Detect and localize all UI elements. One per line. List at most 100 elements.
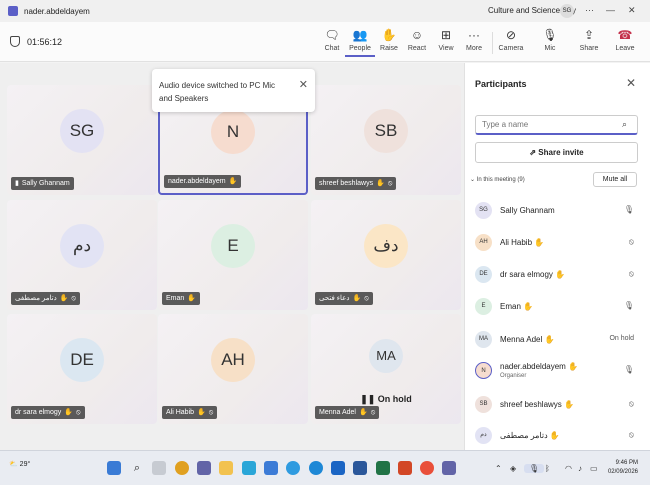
people-button[interactable]: 👥 People xyxy=(345,27,375,57)
share-invite-button[interactable]: ⇗ Share invite xyxy=(475,142,638,163)
hand-icon: ✋ xyxy=(352,295,362,302)
participant-name: Sally Ghannam xyxy=(500,206,555,215)
avatar: E xyxy=(211,224,255,269)
raise-hand-button[interactable]: ✋ Raise xyxy=(374,27,404,52)
video-tile[interactable]: SB shreef beshlawys ✋ ⦸ xyxy=(311,85,461,195)
hand-icon: ✋ xyxy=(568,362,579,371)
participant-row[interactable]: E Eman ✋ 🎙 xyxy=(475,289,638,321)
mic-off-icon: ⦸ xyxy=(628,269,634,278)
more-button[interactable]: ··· More xyxy=(459,27,489,52)
chevron-up-icon[interactable]: ⌃ xyxy=(495,464,502,473)
pause-icon: ❚❚ xyxy=(360,394,378,405)
signal-icon: ▮ xyxy=(15,180,19,187)
video-tile-on-hold[interactable]: MA ❚❚ On hold Menna Adel ✋ ⦸ xyxy=(311,314,461,424)
start-icon[interactable] xyxy=(107,461,121,475)
video-tile[interactable]: دف دعاء فتحى ✋ ⦸ xyxy=(311,200,461,310)
edge-icon[interactable] xyxy=(242,461,256,475)
participant-row[interactable]: AH Ali Habib ✋ ⦸ xyxy=(475,225,638,257)
video-tile[interactable]: AH Ali Habib ✋ ⦸ xyxy=(158,314,308,424)
avatar: E xyxy=(475,298,492,315)
tray-mic-icon[interactable]: 🎙 xyxy=(524,464,545,473)
smile-icon: ☺ xyxy=(410,28,424,42)
tile-name-label: ▮ Sally Ghannam xyxy=(11,177,74,190)
powerpoint-icon[interactable] xyxy=(398,461,412,475)
avatar: دم xyxy=(475,427,492,444)
weather-widget[interactable]: ⛅ 29° xyxy=(9,460,30,468)
video-tile[interactable]: دم دتامر مصطفى ✋ ⦸ xyxy=(7,200,157,310)
more-options-icon[interactable]: ··· xyxy=(585,5,594,15)
chat-button[interactable]: 🗨 Chat xyxy=(317,27,347,52)
participant-name: nader.abdeldayem ✋ xyxy=(500,362,579,371)
bluetooth-icon[interactable]: ᛒ xyxy=(545,464,550,473)
teams-meeting-icon[interactable] xyxy=(442,461,456,475)
participant-row[interactable]: DE dr sara elmogy ✋ ⦸ xyxy=(475,257,638,289)
view-button[interactable]: ⊞ View xyxy=(431,27,461,52)
mic-button[interactable]: 🎙 Mic xyxy=(535,27,565,52)
mic-off-icon: ⦸ xyxy=(76,409,81,416)
store-icon[interactable] xyxy=(264,461,278,475)
tile-name-label: dr sara elmogy ✋ ⦸ xyxy=(11,406,85,419)
share-button[interactable]: ⇪ Share xyxy=(574,27,604,52)
participant-search-input[interactable] xyxy=(475,115,638,135)
file-explorer-icon[interactable] xyxy=(219,461,233,475)
browser-icon[interactable] xyxy=(286,461,300,475)
audio-device-notification: Audio device switched to PC Mic and Spea… xyxy=(152,69,315,112)
participant-row[interactable]: دم دتامر مصطفى ✋ ⦸ xyxy=(475,418,638,450)
shield-icon xyxy=(10,36,20,47)
mic-off-icon: ⦸ xyxy=(208,409,214,416)
camera-button[interactable]: ⊘ Camera xyxy=(496,27,526,52)
teams-icon[interactable] xyxy=(197,461,211,475)
close-window-icon[interactable]: ✕ xyxy=(628,5,636,16)
tile-name-label: nader.abdeldayem ✋ xyxy=(164,175,242,188)
close-panel-icon[interactable]: ✕ xyxy=(626,76,636,90)
excel-icon[interactable] xyxy=(376,461,390,475)
avatar: SB xyxy=(364,109,408,154)
title-bar: nader.abdeldayem Culture and Science Cit… xyxy=(0,0,650,22)
tile-name-label: Eman ✋ xyxy=(162,292,201,305)
meeting-timer: 01:56:12 xyxy=(10,36,62,47)
participant-row[interactable]: SG Sally Ghannam 🎙 xyxy=(475,193,638,225)
hp-icon[interactable] xyxy=(309,461,323,475)
wifi-icon[interactable]: ◠ xyxy=(565,464,572,473)
hand-icon: ✋ xyxy=(549,431,560,440)
avatar: DE xyxy=(60,338,104,383)
mute-all-button[interactable]: Mute all xyxy=(593,172,637,187)
close-icon[interactable]: ✕ xyxy=(299,79,308,92)
chrome-profile-icon[interactable] xyxy=(420,461,434,475)
participant-row[interactable]: N nader.abdeldayem ✋ Organiser 🎙 xyxy=(475,353,638,385)
participant-row[interactable]: MA Menna Adel ✋ On hold xyxy=(475,322,638,354)
volume-icon[interactable]: ♪ xyxy=(578,464,582,473)
video-tile[interactable]: E Eman ✋ xyxy=(158,200,308,310)
participant-row[interactable]: SB shreef beshlawys ✋ ⦸ xyxy=(475,387,638,419)
leave-button[interactable]: ☎ Leave xyxy=(610,27,640,52)
chrome-icon[interactable] xyxy=(175,461,189,475)
system-clock[interactable]: 9:46 PM 02/09/2026 xyxy=(608,459,638,477)
hand-icon: ✋ xyxy=(187,295,197,302)
hand-icon: ✋ xyxy=(64,409,74,416)
in-meeting-section-header[interactable]: ⌄ In this meeting (9) xyxy=(470,176,525,183)
minimize-icon[interactable]: — xyxy=(606,5,615,15)
share-tray-icon: ⇪ xyxy=(583,28,595,42)
mic-off-icon: ⦸ xyxy=(370,409,376,416)
video-tile[interactable]: DE dr sara elmogy ✋ ⦸ xyxy=(7,314,157,424)
vpn-icon[interactable]: ◈ xyxy=(510,464,516,473)
mic-icon: 🎙 xyxy=(623,365,634,374)
react-button[interactable]: ☺ React xyxy=(402,27,432,52)
word-icon[interactable] xyxy=(353,461,367,475)
hand-icon: ✋ xyxy=(534,238,545,247)
org-avatar[interactable]: SG xyxy=(560,4,574,18)
clock-time: 9:46 PM xyxy=(615,460,638,466)
teams-logo-icon xyxy=(8,6,18,16)
participant-name: Menna Adel ✋ xyxy=(500,335,555,344)
meeting-toolbar: 01:56:12 🗨 Chat 👥 People ✋ Raise ☺ React ⊞ Vi… xyxy=(0,22,650,62)
hand-icon: ✋ xyxy=(197,409,206,416)
mail-icon[interactable] xyxy=(331,461,345,475)
search-icon[interactable]: ⌕ xyxy=(130,461,144,475)
battery-icon[interactable]: ▭ xyxy=(590,464,598,473)
timer-text: 01:56:12 xyxy=(27,36,63,47)
task-view-icon[interactable] xyxy=(152,461,166,475)
video-tile[interactable]: SG ▮ Sally Ghannam xyxy=(7,85,157,195)
windows-taskbar: ⛅ 29° ⌕ ⌃ ◈ 🎙 ᛒ ◠ ♪ ▭ 9:46 PM 02/09/2026 xyxy=(0,450,650,485)
search-icon: ⌕ xyxy=(622,119,628,129)
avatar: N xyxy=(475,362,492,379)
